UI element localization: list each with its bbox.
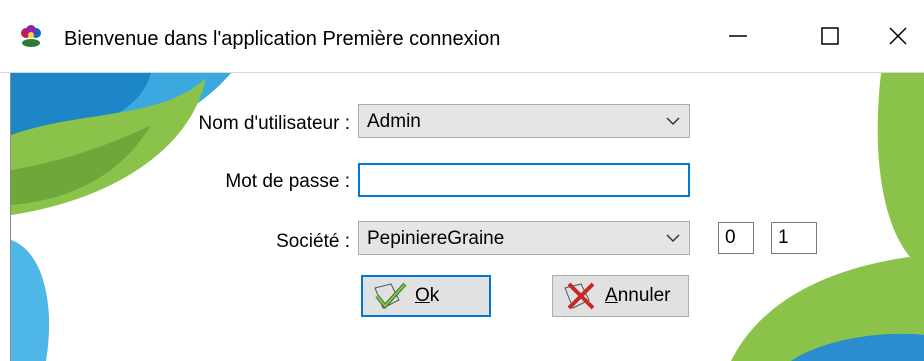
ok-button[interactable]: Ok	[361, 275, 491, 317]
company-label: Société :	[276, 231, 350, 252]
cross-icon	[564, 282, 595, 310]
minimize-icon	[729, 35, 747, 37]
title-bar[interactable]: Bienvenue dans l'application Première co…	[0, 0, 924, 73]
close-button[interactable]	[852, 0, 924, 72]
close-icon	[889, 27, 907, 45]
check-icon	[374, 282, 407, 310]
minimize-button[interactable]	[692, 0, 784, 72]
extra-field-0[interactable]: 0	[718, 222, 754, 254]
maximize-icon	[821, 27, 839, 45]
cancel-mnemonic: A	[605, 285, 618, 306]
flower-icon	[21, 25, 41, 47]
cancel-button[interactable]: Annuler	[552, 275, 689, 317]
ok-mnemonic: O	[415, 285, 430, 306]
chevron-down-icon	[666, 234, 680, 243]
company-select[interactable]: PepiniereGraine	[358, 221, 690, 255]
password-label: Mot de passe :	[225, 171, 350, 192]
extra-field-1[interactable]: 1	[771, 222, 817, 254]
company-value: PepiniereGraine	[367, 228, 505, 249]
ok-label-rest: k	[429, 285, 440, 306]
password-field[interactable]	[358, 163, 690, 197]
login-window: Bienvenue dans l'application Première co…	[0, 0, 924, 361]
username-value: Admin	[367, 111, 421, 132]
username-label: Nom d'utilisateur :	[198, 113, 350, 134]
cancel-label-rest: nnuler	[617, 285, 671, 306]
window-title: Bienvenue dans l'application Première co…	[64, 28, 501, 50]
chevron-down-icon	[666, 117, 680, 126]
username-select[interactable]: Admin	[358, 104, 690, 138]
